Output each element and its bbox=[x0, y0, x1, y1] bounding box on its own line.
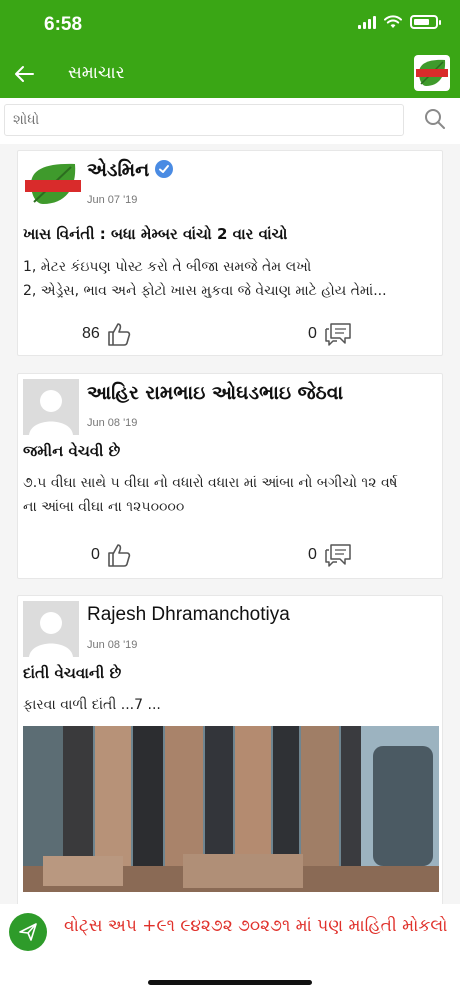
status-time: 6:58 bbox=[44, 14, 83, 35]
post-author[interactable]: Rajesh Dhramanchotiya bbox=[87, 604, 290, 626]
user-placeholder-icon bbox=[29, 612, 73, 657]
like-button[interactable]: 86 bbox=[82, 321, 132, 347]
signal-icon bbox=[358, 15, 376, 29]
post-date: Jun 07 '19 bbox=[87, 194, 138, 206]
post-body-line: ના આંબા વીઘા ના ૧૨૫૦૦૦૦ bbox=[23, 499, 185, 515]
search-icon[interactable] bbox=[424, 108, 446, 130]
post-card[interactable]: Rajesh Dhramanchotiya Jun 08 '19 દાંતી વ… bbox=[17, 595, 443, 904]
like-count: 86 bbox=[82, 325, 100, 342]
like-button[interactable]: 0 bbox=[91, 542, 132, 568]
comment-button[interactable]: 0 bbox=[308, 542, 353, 568]
post-author[interactable]: આહિર રામભાઇ ઓઘડભાઇ જેઠવા bbox=[87, 382, 343, 404]
post-photo bbox=[23, 726, 439, 892]
post-body: 1, મેટર કંઇપણ પોસ્ટ કરો તે બીજા સમજે તેમ… bbox=[23, 255, 439, 303]
avatar bbox=[23, 601, 79, 657]
thumbs-up-icon bbox=[107, 323, 130, 346]
thumbs-up-icon bbox=[108, 544, 131, 567]
post-author-name: એડમિન bbox=[87, 159, 150, 181]
search-row bbox=[0, 98, 460, 144]
send-icon bbox=[19, 923, 37, 941]
comment-count: 0 bbox=[308, 325, 317, 342]
app-logo[interactable] bbox=[414, 55, 450, 91]
comment-icon bbox=[325, 544, 351, 567]
leaf-logo-icon bbox=[416, 59, 448, 86]
post-body-line: ૭.૫ વીઘા સાથે ૫ વીઘા નો વધારો વધારા માં … bbox=[23, 475, 398, 491]
post-title: જમીન વેચવી છે bbox=[23, 442, 121, 460]
like-count: 0 bbox=[91, 546, 100, 563]
page-title: સમાચાર bbox=[68, 63, 125, 83]
verified-icon bbox=[155, 159, 174, 178]
post-body-line: ફારવા વાળી દાંતી ...7 ... bbox=[23, 697, 161, 713]
post-body-line: 2, એડ્રેસ, ભાવ અને ફોટો ખાસ મુકવા જે વેચ… bbox=[23, 283, 387, 299]
news-feed[interactable]: એડમિન Jun 07 '19 ખાસ વિનંતી : બધા મેમ્બર… bbox=[0, 144, 460, 904]
whatsapp-send-button[interactable] bbox=[9, 913, 47, 951]
post-image[interactable] bbox=[23, 726, 439, 892]
status-icons bbox=[358, 15, 441, 29]
comment-icon bbox=[325, 323, 351, 346]
post-date: Jun 08 '19 bbox=[87, 417, 138, 429]
wifi-icon bbox=[384, 15, 402, 28]
user-placeholder-icon bbox=[29, 390, 73, 435]
post-date: Jun 08 '19 bbox=[87, 639, 138, 651]
comment-button[interactable]: 0 bbox=[308, 321, 353, 347]
marquee-text[interactable]: વોટ્સ અપ +૯૧ ૯૪૨૭૨ ૭૦૨૭૧ માં પણ માહિતી મ… bbox=[64, 916, 460, 936]
post-body: ફારવા વાળી દાંતી ...7 ... bbox=[23, 693, 439, 717]
post-body: ૭.૫ વીઘા સાથે ૫ વીઘા નો વધારો વધારા માં … bbox=[23, 471, 439, 519]
post-title: ખાસ વિનંતી : બધા મેમ્બર વાંચો 2 વાર વાંચ… bbox=[23, 225, 288, 243]
app-bar: સમાચાર bbox=[0, 50, 460, 98]
post-author[interactable]: એડમિન bbox=[87, 159, 174, 181]
search-input[interactable] bbox=[4, 104, 404, 136]
post-body-line: 1, મેટર કંઇપણ પોસ્ટ કરો તે બીજા સમજે તેમ… bbox=[23, 259, 312, 275]
battery-icon bbox=[410, 15, 441, 29]
post-title: દાંતી વેચવાની છે bbox=[23, 664, 122, 682]
arrow-left-icon bbox=[15, 66, 34, 82]
back-button[interactable] bbox=[10, 60, 38, 88]
post-card[interactable]: આહિર રામભાઇ ઓઘડભાઇ જેઠવા Jun 08 '19 જમીન… bbox=[17, 373, 443, 579]
avatar bbox=[23, 379, 79, 435]
status-bar: 6:58 bbox=[0, 0, 460, 50]
home-indicator bbox=[148, 980, 312, 985]
comment-count: 0 bbox=[308, 546, 317, 563]
post-card[interactable]: એડમિન Jun 07 '19 ખાસ વિનંતી : બધા મેમ્બર… bbox=[17, 150, 443, 356]
leaf-logo-icon bbox=[25, 163, 81, 204]
